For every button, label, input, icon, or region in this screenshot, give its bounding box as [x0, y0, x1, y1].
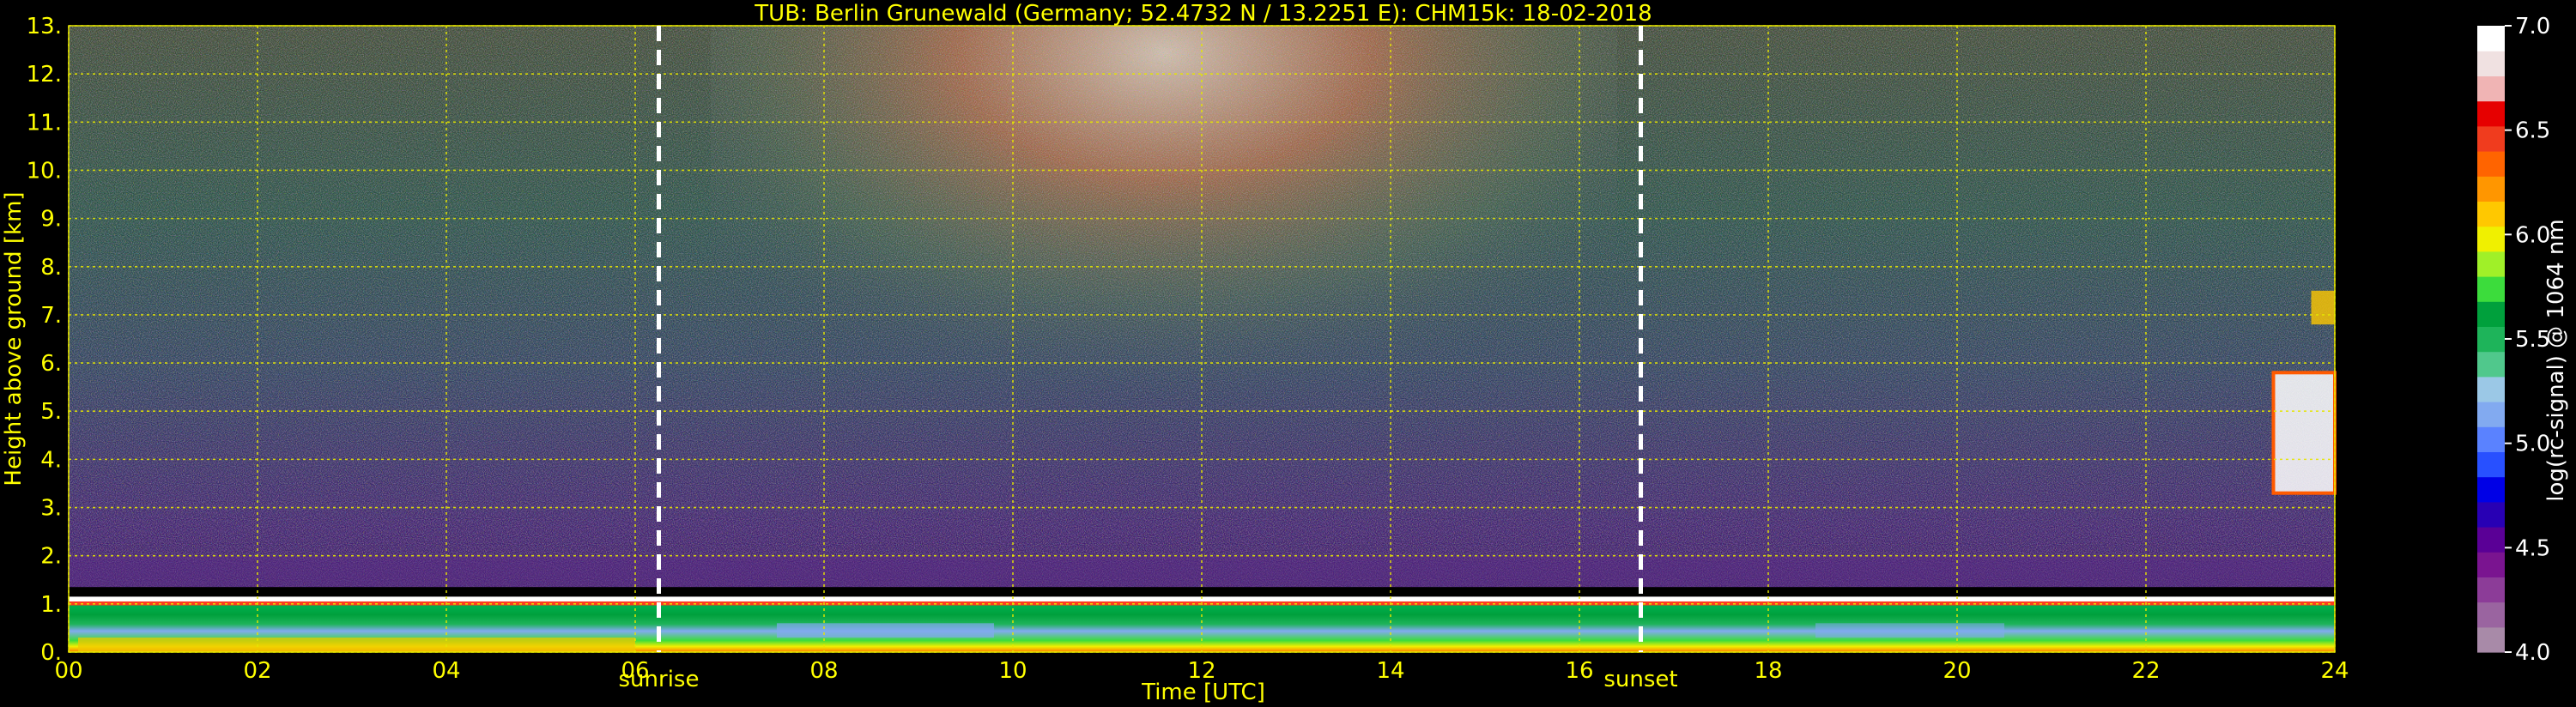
y-tick-label: 1.	[40, 592, 62, 618]
y-tick-label: 11.	[27, 110, 62, 136]
mixed-layer-patch-evening	[1815, 623, 2004, 638]
colorbar-swatch	[2477, 501, 2505, 528]
y-tick-label: 6.	[40, 351, 62, 377]
plot-area	[68, 25, 2337, 653]
ceilometer-chart: 00 02 04 06 08 10 12 14 16 18 20 22 240.1.2.3.4.5.6.…	[1, 1, 2569, 705]
y-tick-label: 5.	[40, 399, 62, 425]
x-tick-label: 08	[809, 658, 838, 684]
colorbar-swatch	[2477, 326, 2505, 353]
x-tick-label: 14	[1376, 658, 1404, 684]
x-tick-label: 04	[432, 658, 460, 684]
event-label: sunrise	[619, 667, 700, 692]
y-tick-label: 3.	[40, 496, 62, 522]
colorbar-swatch	[2477, 276, 2505, 302]
chart-title: TUB: Berlin Grunewald (Germany; 52.4732 …	[754, 1, 1652, 27]
colorbar-tick-label: 5.0	[2515, 432, 2550, 457]
colorbar-tick-label: 4.5	[2515, 535, 2550, 561]
y-tick-label: 8.	[40, 255, 62, 281]
colorbar-swatch	[2477, 226, 2505, 252]
colorbar-swatch	[2477, 76, 2505, 102]
colorbar-swatch	[2477, 601, 2505, 628]
y-tick-label: 13.	[27, 14, 62, 39]
colorbar-swatch	[2477, 176, 2505, 202]
colorbar-swatch	[2477, 251, 2505, 277]
x-tick-label: 20	[1943, 658, 1971, 684]
x-tick-label: 18	[1754, 658, 1782, 684]
colorbar-swatch	[2477, 301, 2505, 327]
mixed-layer-patch	[777, 623, 994, 638]
colorbar-swatch	[2477, 26, 2505, 51]
colorbar-tick-label: 6.5	[2515, 118, 2550, 144]
cloud-layer-late	[2273, 372, 2335, 493]
colorbar-tick-label: 6.0	[2515, 222, 2550, 248]
colorbar-swatch	[2477, 351, 2505, 378]
y-tick-label: 4.	[40, 447, 62, 473]
colorbar-swatch	[2477, 476, 2505, 503]
colorbar-swatch	[2477, 376, 2505, 402]
x-tick-label: 10	[998, 658, 1027, 684]
colorbar-tick-label: 7.0	[2515, 14, 2550, 39]
colorbar-swatch	[2477, 626, 2505, 653]
x-tick-label: 16	[1565, 658, 1593, 684]
colorbar-swatch	[2477, 201, 2505, 227]
x-tick-label: 02	[243, 658, 271, 684]
colorbar-swatch	[2477, 577, 2505, 603]
y-tick-label: 0.	[40, 640, 62, 666]
colorbar-swatch	[2477, 151, 2505, 177]
colorbar-swatch	[2477, 552, 2505, 577]
colorbar-swatch	[2477, 402, 2505, 427]
event-label: sunset	[1603, 667, 1677, 692]
y-axis-label: Height above ground [km]	[1, 191, 27, 486]
x-axis-label: Time [UTC]	[1141, 680, 1265, 705]
colorbar-label: log(rc-signal) @ 1064 nm	[2543, 219, 2569, 501]
colorbar-swatch	[2477, 527, 2505, 553]
colorbar-swatch	[2477, 426, 2505, 452]
y-tick-label: 2.	[40, 544, 62, 570]
y-tick-label: 10.	[27, 158, 62, 184]
colorbar-swatch	[2477, 125, 2505, 152]
surface-layer-morning	[78, 638, 635, 652]
cloud-upper-late	[2311, 290, 2335, 325]
x-tick-label: 24	[2320, 658, 2349, 684]
colorbar-swatch	[2477, 451, 2505, 478]
colorbar-swatch	[2477, 51, 2505, 76]
y-tick-label: 12.	[27, 62, 62, 88]
colorbar-tick-label: 4.0	[2515, 640, 2550, 666]
y-tick-label: 9.	[40, 207, 62, 233]
y-tick-label: 7.	[40, 303, 62, 329]
colorbar: log(rc-signal) @ 1064 nm 4.0 4.5 5.0 5.5 6.0…	[2477, 14, 2569, 666]
colorbar-tick-label: 5.5	[2515, 327, 2550, 353]
x-tick-label: 22	[2131, 658, 2160, 684]
colorbar-swatch	[2477, 100, 2505, 127]
